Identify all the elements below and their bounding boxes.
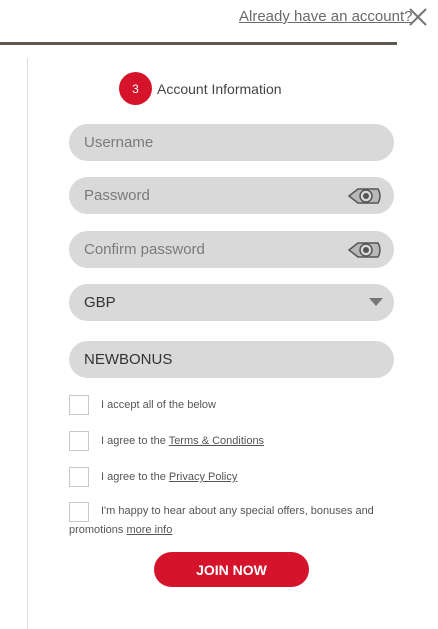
privacy-row: I agree to the Privacy Policy (69, 467, 237, 487)
step-header: 3 Account Information (119, 72, 282, 105)
offers-row: I'm happy to hear about any special offe… (69, 502, 389, 540)
currency-value: GBP (84, 294, 116, 311)
offers-text: I'm happy to hear about any special offe… (69, 505, 374, 536)
already-have-account-link[interactable]: Already have an account? (239, 8, 412, 25)
username-input[interactable] (84, 134, 379, 151)
promo-code-input[interactable] (84, 351, 379, 368)
chevron-down-icon (368, 294, 384, 312)
confirm-password-input[interactable] (84, 241, 347, 258)
accept-all-row: I accept all of the below (69, 395, 216, 415)
terms-checkbox[interactable] (69, 431, 89, 451)
more-info-link[interactable]: more info (126, 524, 172, 536)
step-title: Account Information (157, 80, 282, 97)
join-now-button[interactable]: JOIN NOW (154, 552, 309, 587)
header-divider (0, 42, 397, 45)
left-rule (27, 58, 28, 629)
currency-select[interactable]: GBP (69, 284, 394, 321)
accept-all-label: I accept all of the below (101, 399, 216, 411)
terms-prefix: I agree to the (101, 435, 166, 447)
close-icon[interactable] (407, 6, 429, 28)
password-input[interactable] (84, 187, 347, 204)
privacy-checkbox[interactable] (69, 467, 89, 487)
accept-all-checkbox[interactable] (69, 395, 89, 415)
eye-icon[interactable] (347, 239, 383, 261)
eye-icon[interactable] (347, 185, 383, 207)
terms-link[interactable]: Terms & Conditions (169, 435, 264, 447)
privacy-link[interactable]: Privacy Policy (169, 471, 237, 483)
confirm-password-field (69, 231, 394, 268)
top-bar: Already have an account? (0, 0, 438, 46)
registration-form-page: Already have an account? 3 Account Infor… (0, 0, 438, 629)
promo-code-field (69, 341, 394, 378)
offers-checkbox[interactable] (69, 502, 89, 522)
step-number-badge: 3 (119, 72, 152, 105)
offers-label: I'm happy to hear about any special offe… (69, 502, 389, 540)
terms-label: I agree to the Terms & Conditions (101, 431, 264, 451)
privacy-label: I agree to the Privacy Policy (101, 467, 237, 487)
terms-row: I agree to the Terms & Conditions (69, 431, 264, 451)
password-field (69, 177, 394, 214)
privacy-prefix: I agree to the (101, 471, 166, 483)
username-field (69, 124, 394, 161)
